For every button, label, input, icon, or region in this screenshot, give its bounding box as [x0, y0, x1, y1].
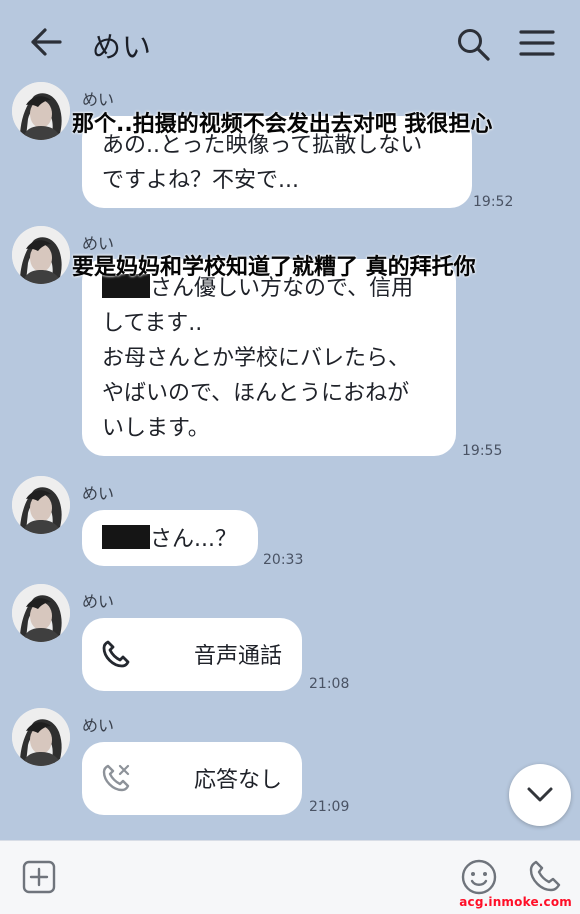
scroll-to-bottom-button[interactable]: [509, 764, 571, 826]
app-header: めい: [0, 0, 580, 82]
phone-icon: [102, 640, 130, 668]
sender-name: めい: [82, 716, 115, 735]
search-icon: [458, 29, 490, 61]
phone-icon: [529, 860, 561, 892]
redacted-name: [102, 525, 150, 549]
add-attachment-button[interactable]: [22, 860, 56, 894]
menu-button[interactable]: [518, 28, 556, 58]
call-label: 応答なし: [194, 768, 283, 793]
message-line: お母さんとか学校にバレたら、: [102, 346, 411, 371]
avatar-image: [12, 82, 70, 140]
call-label: 音声通話: [194, 644, 283, 669]
arrow-left-icon: [31, 28, 62, 56]
message-time: 21:08: [309, 676, 350, 692]
sender-name: めい: [82, 592, 115, 611]
avatar-image: [12, 584, 70, 642]
sender-name: めい: [82, 484, 115, 503]
voice-call-button[interactable]: [527, 858, 563, 894]
chevron-down-icon: [527, 787, 553, 802]
message-line: さん...？: [102, 522, 240, 557]
avatar[interactable]: [12, 476, 70, 534]
message-line: いします。: [102, 416, 210, 441]
message-list[interactable]: めい 那个..拍摄的视频不会发出去对吧 我很担心 あの..とった映像って拡散しな…: [0, 82, 580, 840]
message-bubble[interactable]: さん優しい方なので、信用 してます.. お母さんとか学校にバレたら、 やばいので…: [82, 259, 456, 456]
message-time: 19:55: [462, 443, 503, 459]
caption-overlay: 那个..拍摄的视频不会发出去对吧 我很担心: [72, 112, 493, 137]
caption-overlay: 要是妈妈和学校知道了就糟了 真的拜托你: [72, 255, 476, 280]
message-line: やばいので、ほんとうにおねが: [102, 381, 410, 406]
emoji-button[interactable]: [460, 858, 498, 896]
back-button[interactable]: [28, 27, 64, 57]
hamburger-menu-icon: [519, 30, 555, 56]
avatar[interactable]: [12, 584, 70, 642]
message-text: さん...？: [150, 527, 237, 552]
avatar-image: [12, 708, 70, 766]
avatar-image: [12, 476, 70, 534]
message-line: ですよね？不安で...: [102, 168, 299, 193]
voice-call-bubble[interactable]: 音声通話: [82, 618, 302, 691]
message-time: 20:33: [263, 552, 304, 568]
watermark: acg.inmoke.com: [459, 895, 572, 909]
avatar[interactable]: [12, 226, 70, 284]
chat-title: めい: [92, 30, 153, 64]
avatar[interactable]: [12, 82, 70, 140]
message-time: 19:52: [473, 194, 514, 210]
avatar[interactable]: [12, 708, 70, 766]
missed-call-bubble[interactable]: 応答なし: [82, 742, 302, 815]
smiley-icon: [461, 859, 497, 895]
search-button[interactable]: [455, 26, 491, 62]
message-bubble[interactable]: さん...？: [82, 510, 258, 566]
missed-call-icon: [102, 764, 130, 792]
avatar-image: [12, 226, 70, 284]
message-time: 21:09: [309, 799, 350, 815]
plus-square-icon: [22, 860, 56, 894]
message-line: してます..: [102, 311, 203, 336]
